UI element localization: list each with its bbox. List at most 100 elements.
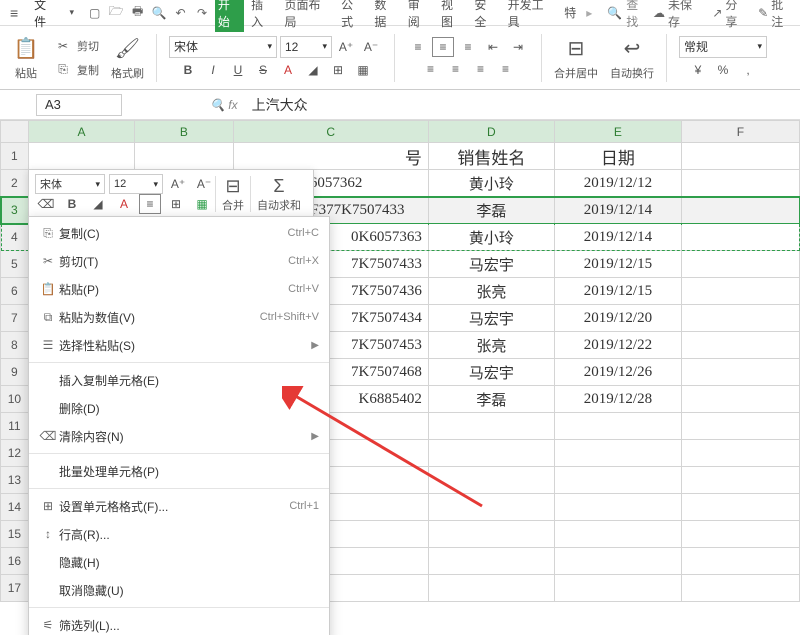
indent-dec-icon[interactable]: ⇤ [482, 37, 504, 57]
strike-button[interactable]: S [252, 60, 274, 80]
row-header[interactable]: 11 [1, 413, 29, 440]
font-size-select[interactable]: 12▾ [280, 36, 332, 58]
menu-item[interactable]: 批量处理单元格(P) [29, 457, 329, 485]
col-header-A[interactable]: A [28, 121, 134, 143]
cell[interactable] [681, 143, 799, 170]
cut-label[interactable]: 剪切 [77, 38, 99, 54]
row-header[interactable]: 8 [1, 332, 29, 359]
font-shrink-icon[interactable]: A⁻ [360, 37, 382, 57]
mini-bold-button[interactable]: B [61, 194, 83, 214]
mini-align-icon[interactable]: ≡ [139, 194, 161, 214]
row-header[interactable]: 15 [1, 521, 29, 548]
cell[interactable] [681, 305, 799, 332]
align-top-icon[interactable]: ≡ [407, 37, 429, 57]
comment-button[interactable]: ✎批注 [758, 0, 794, 30]
cell[interactable] [681, 494, 799, 521]
underline-button[interactable]: U [227, 60, 249, 80]
cell[interactable]: 2019/12/14 [554, 224, 681, 251]
merge-group[interactable]: ⊟ 合并居中 [550, 35, 602, 81]
menu-item[interactable]: 📋粘贴(P)Ctrl+V [29, 275, 329, 303]
cell[interactable]: 日期 [554, 143, 681, 170]
search-box[interactable]: 🔍 查找 [607, 0, 649, 30]
cell[interactable] [135, 143, 234, 170]
col-header-C[interactable]: C [233, 121, 428, 143]
menu-item[interactable]: ✂剪切(T)Ctrl+X [29, 247, 329, 275]
unsaved-indicator[interactable]: ☁未保存 [653, 0, 702, 30]
select-all-corner[interactable] [1, 121, 29, 143]
cell[interactable] [681, 332, 799, 359]
menu-item[interactable]: ☰选择性粘贴(S)▶ [29, 331, 329, 359]
paste-label[interactable]: 粘贴 [15, 65, 37, 81]
name-box[interactable]: A3 [36, 94, 122, 116]
italic-button[interactable]: I [202, 60, 224, 80]
col-header-F[interactable]: F [681, 121, 799, 143]
align-right-icon[interactable]: ≡ [470, 59, 492, 79]
align-left-icon[interactable]: ≡ [420, 59, 442, 79]
cell[interactable] [554, 494, 681, 521]
qat-redo-icon[interactable]: ↷ [193, 4, 210, 22]
cell[interactable]: 马宏宇 [428, 359, 554, 386]
bold-button[interactable]: B [177, 60, 199, 80]
mini-merge-button[interactable]: ⊟合并 [216, 176, 250, 213]
fill-color-icon[interactable]: ◢ [302, 60, 324, 80]
cut-icon[interactable]: ✂ [52, 35, 74, 57]
tab-insert[interactable]: 插入 [248, 0, 277, 32]
cell[interactable]: 马宏宇 [428, 251, 554, 278]
menu-item[interactable]: ⚟筛选列(L)... [29, 611, 329, 635]
row-header[interactable]: 2 [1, 170, 29, 197]
font-color-icon[interactable]: A [277, 60, 299, 80]
menu-item[interactable]: 插入复制单元格(E) [29, 366, 329, 394]
row-header[interactable]: 9 [1, 359, 29, 386]
cell[interactable] [681, 251, 799, 278]
percent-icon[interactable]: % [712, 60, 734, 80]
cell[interactable] [428, 413, 554, 440]
mini-fill-icon[interactable]: ◢ [87, 194, 109, 214]
align-center-icon[interactable]: ≡ [445, 59, 467, 79]
cell[interactable] [681, 359, 799, 386]
cell[interactable] [428, 521, 554, 548]
cell[interactable]: 李磊 [428, 197, 554, 224]
cell[interactable] [681, 413, 799, 440]
comma-icon[interactable]: , [737, 60, 759, 80]
mini-font-grow-icon[interactable]: A⁺ [167, 174, 189, 194]
tab-layout[interactable]: 页面布局 [281, 0, 334, 32]
cell[interactable]: 2019/12/26 [554, 359, 681, 386]
mini-font-select[interactable]: 宋体▾ [35, 174, 105, 194]
row-header[interactable]: 17 [1, 575, 29, 602]
row-header[interactable]: 5 [1, 251, 29, 278]
cell[interactable] [554, 575, 681, 602]
row-header[interactable]: 4 [1, 224, 29, 251]
tab-overflow-icon[interactable]: ▸ [583, 4, 595, 22]
row-header[interactable]: 10 [1, 386, 29, 413]
mini-autosum-button[interactable]: Σ自动求和 [251, 176, 307, 213]
col-header-D[interactable]: D [428, 121, 554, 143]
cell[interactable] [428, 548, 554, 575]
row-header[interactable]: 1 [1, 143, 29, 170]
paste-icon[interactable]: 📋 [12, 35, 40, 63]
cell[interactable] [428, 467, 554, 494]
tab-extra[interactable]: 特 [561, 2, 579, 23]
font-grow-icon[interactable]: A⁺ [335, 37, 357, 57]
tab-view[interactable]: 视图 [438, 0, 467, 32]
mini-size-select[interactable]: 12▾ [109, 174, 163, 194]
cell[interactable] [681, 575, 799, 602]
col-header-E[interactable]: E [554, 121, 681, 143]
cell[interactable] [681, 170, 799, 197]
cell[interactable]: 2019/12/15 [554, 278, 681, 305]
indent-inc-icon[interactable]: ⇥ [507, 37, 529, 57]
font-name-select[interactable]: 宋体▾ [169, 36, 277, 58]
cell[interactable]: 2019/12/14 [554, 197, 681, 224]
cell[interactable] [681, 278, 799, 305]
cell[interactable] [554, 521, 681, 548]
tab-devtools[interactable]: 开发工具 [505, 0, 558, 32]
tab-data[interactable]: 数据 [371, 0, 400, 32]
cell[interactable]: 李磊 [428, 386, 554, 413]
file-dropdown-icon[interactable]: ▾ [69, 7, 74, 18]
qat-preview-icon[interactable]: 🔍 [150, 4, 167, 22]
format-painter[interactable]: 🖌 格式刷 [107, 35, 148, 81]
tab-home[interactable]: 开始 [215, 0, 244, 32]
cell[interactable]: 黄小玲 [428, 170, 554, 197]
row-header[interactable]: 7 [1, 305, 29, 332]
cell[interactable] [28, 143, 134, 170]
mini-clear-icon[interactable]: ⌫ [35, 194, 57, 214]
